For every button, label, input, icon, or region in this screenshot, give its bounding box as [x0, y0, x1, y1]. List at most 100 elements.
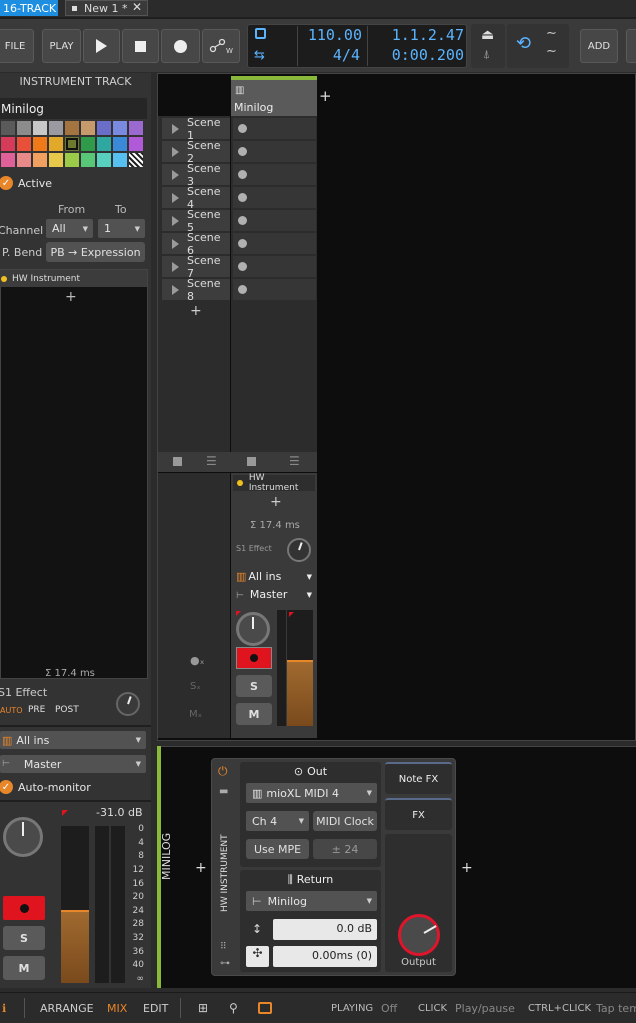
- record-all-icon[interactable]: ●ₓ: [190, 654, 204, 667]
- info-icon[interactable]: ℹ: [2, 1002, 6, 1015]
- color-swatch[interactable]: [17, 137, 31, 151]
- shuffle-display-icon[interactable]: ⇆: [254, 48, 265, 63]
- device-preset-icon[interactable]: ▬: [219, 786, 228, 797]
- device-route-icon[interactable]: ⊶: [220, 958, 230, 969]
- strip-add-device-icon[interactable]: +: [270, 494, 282, 510]
- volume-fader-track[interactable]: [95, 826, 109, 983]
- scene-launch-button[interactable]: Scene 8: [162, 277, 230, 303]
- solo-button[interactable]: S: [3, 926, 45, 950]
- track-name-field[interactable]: Minilog: [0, 98, 147, 119]
- clip-slot[interactable]: [233, 187, 316, 208]
- delay-field[interactable]: 0.00ms (0): [273, 946, 377, 967]
- auto-send-button[interactable]: AUTO: [0, 706, 23, 715]
- color-swatch[interactable]: [129, 153, 143, 167]
- clip-slot[interactable]: [233, 233, 316, 254]
- color-swatch[interactable]: [33, 121, 47, 135]
- color-swatch[interactable]: [17, 121, 31, 135]
- clip-slot[interactable]: [233, 210, 316, 231]
- record-arm-button[interactable]: [3, 896, 45, 920]
- output-knob[interactable]: [398, 914, 440, 956]
- color-swatch[interactable]: [33, 137, 47, 151]
- output-select[interactable]: ⊢ Master ▼: [0, 755, 146, 773]
- clip-slot[interactable]: [233, 118, 316, 139]
- scene-launch-button[interactable]: Scene 1: [162, 116, 230, 142]
- color-swatch[interactable]: [49, 137, 63, 151]
- color-swatch[interactable]: [81, 153, 95, 167]
- overflow-button[interactable]: [626, 29, 636, 63]
- tree-icon[interactable]: ⊞: [198, 1001, 208, 1015]
- color-swatch[interactable]: [97, 153, 111, 167]
- color-swatch[interactable]: [81, 121, 95, 135]
- time-signature[interactable]: 4/4: [302, 46, 360, 64]
- strip-output-select[interactable]: ⊢ Master ▼: [234, 588, 314, 603]
- file-button[interactable]: FILE: [0, 29, 34, 63]
- launcher-track-header[interactable]: ▥ Minilog: [231, 76, 317, 116]
- color-swatch[interactable]: [49, 153, 63, 167]
- scene-launch-button[interactable]: Scene 7: [162, 254, 230, 280]
- metronome-icon[interactable]: ⏏: [481, 27, 494, 43]
- stop-scene-icon[interactable]: [173, 457, 182, 466]
- color-swatch[interactable]: [17, 153, 31, 167]
- strip-volume-knob[interactable]: [236, 612, 270, 646]
- mute-button[interactable]: M: [3, 956, 45, 980]
- color-swatch[interactable]: [81, 137, 95, 151]
- fx-slot[interactable]: FX: [385, 798, 452, 830]
- scene-launch-button[interactable]: Scene 5: [162, 208, 230, 234]
- pitch-bend-mode-button[interactable]: PB → Expression: [46, 242, 145, 262]
- link-icon[interactable]: ⚲: [229, 1001, 238, 1015]
- color-swatch[interactable]: [113, 121, 127, 135]
- arrange-view-tab[interactable]: ARRANGE: [40, 1002, 94, 1015]
- channel-from-select[interactable]: All ▼: [46, 219, 93, 238]
- project-tab[interactable]: 16-TRACK: [0, 0, 58, 16]
- color-swatch[interactable]: [97, 121, 111, 135]
- add-button[interactable]: ADD: [580, 29, 618, 63]
- position-time[interactable]: 0:00.200: [372, 46, 464, 64]
- notefx-slot[interactable]: Note FX: [385, 762, 452, 794]
- use-mpe-button[interactable]: Use MPE: [246, 839, 309, 859]
- tempo-value[interactable]: 110.00: [302, 26, 362, 44]
- clip-menu-icon[interactable]: ☰: [289, 454, 300, 468]
- add-post-device-icon[interactable]: +: [461, 860, 473, 876]
- pb-range-field[interactable]: ± 24: [313, 839, 377, 859]
- add-pre-device-icon[interactable]: +: [195, 860, 207, 876]
- return-source-select[interactable]: ⊢ Minilog ▼: [246, 891, 377, 911]
- pre-send-button[interactable]: PRE: [28, 705, 45, 715]
- color-swatch[interactable]: [65, 137, 79, 151]
- scene-launch-button[interactable]: Scene 6: [162, 231, 230, 257]
- edit-view-tab[interactable]: EDIT: [143, 1002, 168, 1015]
- record-button[interactable]: [161, 29, 200, 63]
- color-swatch[interactable]: [113, 153, 127, 167]
- strip-device-header[interactable]: HW Instrument: [233, 473, 315, 493]
- strip-mute-button[interactable]: M: [236, 703, 272, 725]
- color-swatch[interactable]: [129, 121, 143, 135]
- punch-in-icon[interactable]: ∼: [546, 26, 557, 41]
- mix-view-tab[interactable]: MIX: [107, 1002, 127, 1015]
- loop-display-icon[interactable]: [255, 28, 266, 39]
- device-grid-icon[interactable]: ⠿: [220, 942, 227, 952]
- punch-out-icon[interactable]: ∼: [546, 44, 557, 59]
- strip-record-arm[interactable]: [236, 647, 272, 669]
- strip-input-select[interactable]: ▥ All ins ▼: [234, 570, 314, 585]
- automation-write-button[interactable]: W: [202, 29, 240, 63]
- position-bars[interactable]: 1.1.2.47: [372, 26, 464, 44]
- scene-launch-button[interactable]: Scene 4: [162, 185, 230, 211]
- stop-clip-icon[interactable]: [247, 457, 256, 466]
- solo-all-icon[interactable]: Sₓ: [190, 681, 201, 692]
- input-select[interactable]: ▥ All ins ▼: [0, 731, 146, 749]
- color-swatch[interactable]: [1, 137, 15, 151]
- color-swatch[interactable]: [1, 121, 15, 135]
- midi-port-select[interactable]: ▥ mioXL MIDI 4 ▼: [246, 783, 377, 803]
- strip-effect-knob[interactable]: [287, 538, 311, 562]
- scene-menu-icon[interactable]: ☰: [206, 454, 217, 468]
- add-scene-icon[interactable]: +: [190, 303, 202, 319]
- device-power-icon[interactable]: ⏻: [218, 764, 228, 779]
- color-swatch[interactable]: [33, 153, 47, 167]
- post-send-button[interactable]: POST: [55, 705, 79, 715]
- color-swatch[interactable]: [129, 137, 143, 151]
- stop-button[interactable]: [122, 29, 159, 63]
- metronome-tick-icon[interactable]: ⍋: [483, 47, 490, 62]
- delay-icon[interactable]: ✣: [246, 946, 269, 967]
- panel-toggle-icon[interactable]: [258, 1002, 272, 1014]
- channel-to-select[interactable]: 1 ▼: [98, 219, 145, 238]
- add-track-icon[interactable]: +: [319, 87, 332, 105]
